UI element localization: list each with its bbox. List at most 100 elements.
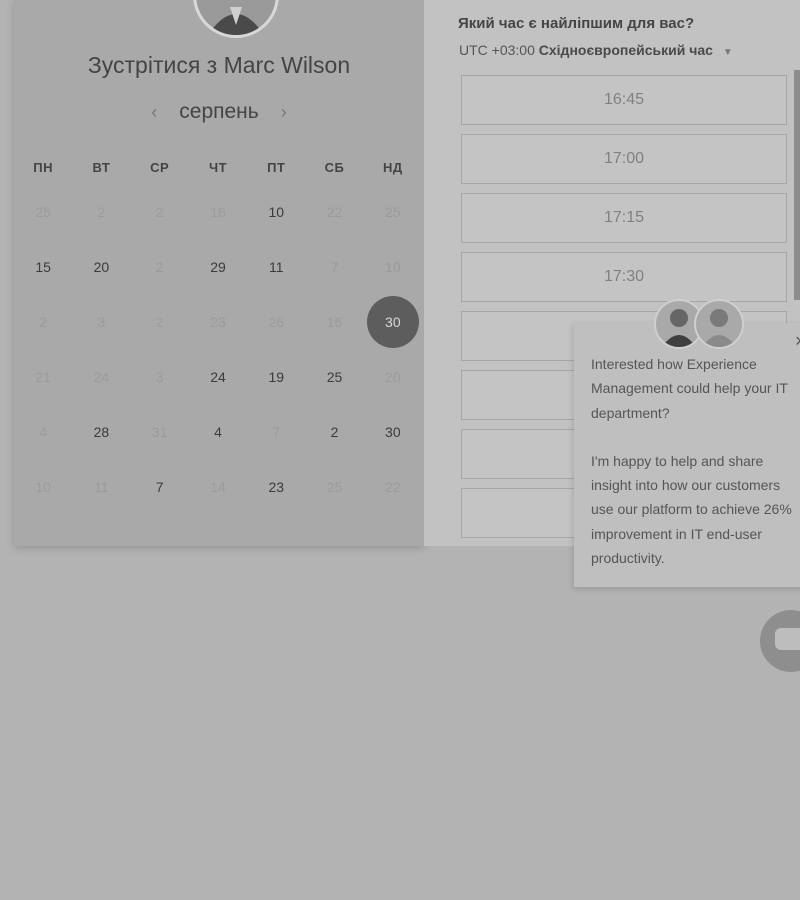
day-number: 16	[210, 203, 226, 220]
calendar-day: 14	[189, 479, 247, 495]
chevron-right-icon[interactable]: ›	[279, 102, 289, 123]
calendar-day: 24	[72, 369, 130, 385]
calendar-day[interactable]: 20	[72, 259, 130, 275]
scrollbar[interactable]	[794, 70, 800, 300]
day-number: 14	[210, 478, 226, 495]
month-label: серпень	[179, 100, 259, 123]
day-number: 7	[272, 423, 281, 440]
weekday-header: ПН ВТ СР ЧТ ПТ СБ НД	[14, 150, 422, 184]
calendar-day[interactable]: 4	[189, 424, 247, 440]
weekday-label: СР	[150, 159, 170, 175]
calendar-day: 31	[131, 424, 189, 440]
calendar-day[interactable]: 23	[247, 479, 305, 495]
calendar-day: 16	[305, 314, 363, 330]
day-number: 2	[155, 258, 164, 275]
day-number: 4	[214, 423, 222, 440]
calendar-day[interactable]: 28	[72, 424, 130, 440]
day-number: 20	[93, 258, 110, 275]
calendar-day: 21	[14, 369, 72, 385]
time-slot[interactable]: 16:45	[461, 75, 787, 125]
weekday-label: СБ	[324, 159, 345, 175]
timezone-selector[interactable]: UTC +03:00 Східноєвропейський час ▼	[459, 42, 733, 58]
chat-bubble-icon	[775, 628, 800, 650]
day-number: 7	[155, 478, 164, 495]
day-number: 11	[94, 478, 109, 495]
calendar-day: 20	[364, 369, 422, 385]
calendar-day: 22	[305, 204, 363, 220]
calendar-week: 10 11 7 14 23 25 22	[14, 459, 422, 514]
day-number: 25	[326, 368, 343, 385]
day-number: 10	[385, 258, 401, 275]
day-number: 2	[155, 313, 164, 330]
calendar-day[interactable]: 11	[247, 259, 305, 275]
calendar-day: 2	[131, 259, 189, 275]
chat-launcher-button[interactable]	[760, 610, 800, 672]
calendar-day[interactable]: 24	[189, 369, 247, 385]
time-slot[interactable]: 17:30	[461, 252, 787, 302]
day-number: 22	[326, 203, 343, 220]
calendar-week: 4 28 31 4 7 2 30	[14, 404, 422, 459]
day-number: 22	[385, 478, 401, 495]
calendar-day[interactable]: 25	[305, 369, 363, 385]
agent-avatar	[694, 299, 744, 349]
host-avatar	[193, 0, 279, 38]
calendar-day[interactable]: 30	[364, 424, 422, 440]
day-number: 10	[268, 203, 285, 220]
day-number: 23	[210, 313, 226, 330]
selected-day[interactable]: 30	[364, 295, 422, 348]
day-number: 2	[330, 423, 339, 440]
weekday-label: ПТ	[267, 159, 286, 175]
calendar-day[interactable]: 7	[131, 479, 189, 495]
day-number: 23	[268, 478, 285, 495]
calendar-day: 23	[189, 314, 247, 330]
calendar-day: 11	[72, 479, 130, 495]
calendar-week: 2 3 2 23 26 16 30	[14, 294, 422, 349]
weekday-label: ПН	[33, 159, 53, 175]
day-number: 25	[326, 478, 343, 495]
calendar-day: 2	[72, 204, 130, 220]
day-number: 28	[93, 423, 110, 440]
calendar-card: Зустрітися з Marc Wilson ‹ серпень › ПН В…	[14, 0, 424, 546]
time-slot[interactable]: 17:00	[461, 134, 787, 184]
day-number: 26	[268, 313, 285, 330]
calendar-day: 16	[189, 204, 247, 220]
calendar-day[interactable]: 19	[247, 369, 305, 385]
chat-message-line: Interested how Experience Management cou…	[591, 356, 788, 421]
day-number: 3	[97, 313, 106, 330]
calendar-day: 22	[364, 479, 422, 495]
day-number: 10	[35, 478, 51, 495]
calendar-day[interactable]: 15	[14, 259, 72, 275]
calendar-day: 25	[305, 479, 363, 495]
day-number: 3	[155, 368, 164, 385]
day-number: 2	[155, 203, 164, 220]
time-slot[interactable]: 17:15	[461, 193, 787, 243]
day-number: 25	[35, 203, 51, 220]
timezone-name: Східноєвропейський час	[538, 42, 713, 58]
meeting-title: Зустрітися з Marc Wilson	[87, 52, 351, 78]
month-navigation: ‹ серпень ›	[14, 98, 424, 126]
timezone-offset: UTC +03:00	[459, 42, 535, 58]
close-icon[interactable]: ×	[795, 331, 800, 352]
day-number: 31	[151, 423, 168, 440]
calendar-week: 15 20 2 29 11 7 10	[14, 239, 422, 294]
calendar-day: 3	[131, 369, 189, 385]
day-number: 24	[210, 368, 226, 385]
calendar-day[interactable]: 10	[247, 204, 305, 220]
day-number: 21	[35, 368, 51, 385]
time-question: Який час є найліпшим для вас?	[458, 15, 695, 32]
day-number: 7	[330, 258, 339, 275]
weekday-label: ЧТ	[208, 159, 228, 175]
calendar-day[interactable]: 2	[305, 424, 363, 440]
day-number: 15	[35, 258, 51, 275]
chat-message: Interested how Experience Management cou…	[591, 352, 800, 594]
day-number: 11	[268, 258, 284, 275]
chevron-left-icon[interactable]: ‹	[149, 102, 159, 123]
day-number: 25	[385, 203, 401, 220]
calendar-day[interactable]: 29	[189, 259, 247, 275]
calendar-week: 21 24 3 24 19 25 20	[14, 349, 422, 404]
calendar-day: 25	[14, 204, 72, 220]
day-number: 29	[210, 258, 226, 275]
calendar-day: 2	[131, 314, 189, 330]
calendar-day: 2	[14, 314, 72, 330]
chat-message-line: I'm happy to help and share insight into…	[591, 452, 792, 567]
